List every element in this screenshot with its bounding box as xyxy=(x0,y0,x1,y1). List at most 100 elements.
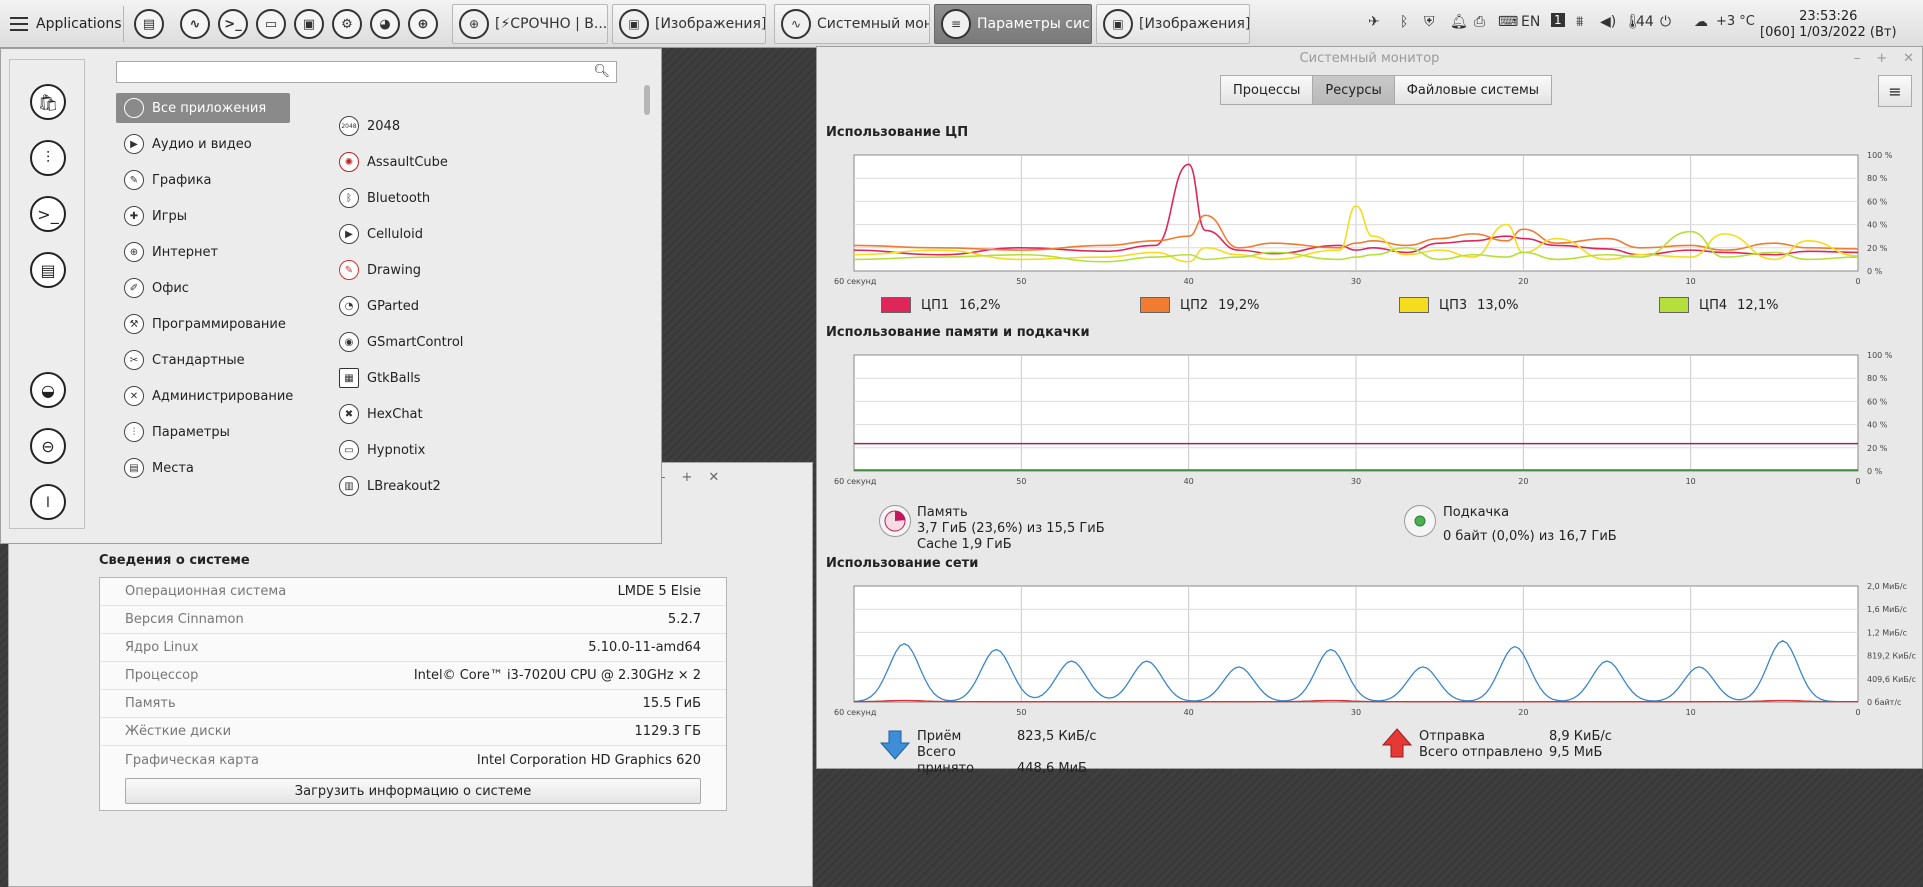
task-system-monitor[interactable]: ∿ Системный мон... xyxy=(774,4,930,44)
maximize-button[interactable]: + xyxy=(682,470,693,485)
network-section-title: Использование сети xyxy=(826,556,979,571)
legend-swatch[interactable] xyxy=(881,297,911,313)
task-system-settings[interactable]: ≡ Параметры сис... xyxy=(934,4,1092,44)
app-label: GParted xyxy=(367,298,419,314)
app-gsmartcontrol[interactable]: ◉ GSmartControl xyxy=(331,327,591,357)
task-images-1[interactable]: ▣ [Изображения] xyxy=(612,4,766,44)
document-icon: ✐ xyxy=(124,278,144,298)
network-chart: 60 секунд 50 40 30 20 10 0 2,0 МиБ/с 1,6 МиБ/с 1,… xyxy=(834,582,1916,717)
applications-menu-button[interactable]: Applications xyxy=(4,6,124,42)
launcher-display[interactable]: ▭ xyxy=(256,9,286,39)
clock[interactable]: 23:53:26 [060] 1/03/2022 (Вт) xyxy=(1760,9,1897,41)
fav-software-manager[interactable]: 🛍︎ xyxy=(30,84,66,120)
category-administration[interactable]: ✕ Администрирование xyxy=(116,381,293,411)
category-audio-video[interactable]: ▶ Аудио и видео xyxy=(116,129,290,159)
category-places[interactable]: ▤ Места xyxy=(116,453,290,483)
tab-resources[interactable]: Ресурсы xyxy=(1312,75,1395,105)
launcher-settings[interactable]: ⚙ xyxy=(332,9,362,39)
send-row: Отправка 8,9 КиБ/с xyxy=(1419,729,1612,745)
workspace-indicator[interactable]: 1 xyxy=(1551,13,1565,27)
category-preferences[interactable]: ⫶ Параметры xyxy=(116,417,290,447)
system-info-list: Операционная система LMDE 5 Elsie Версия… xyxy=(99,577,727,811)
main-menu-button[interactable]: ≡ xyxy=(1878,75,1912,107)
search-input[interactable]: 🔍︎ xyxy=(116,61,617,83)
info-key: Графическая карта xyxy=(125,752,259,768)
scrollbar[interactable] xyxy=(644,85,650,115)
app-celluloid[interactable]: ▶ Celluloid xyxy=(331,219,591,249)
network-icon[interactable]: ⩩ xyxy=(1576,14,1583,30)
x-tick-label: 40 xyxy=(1184,477,1194,486)
legend-swatch[interactable] xyxy=(1140,297,1170,313)
app-lbreakout2[interactable]: ▥ LBreakout2 xyxy=(331,471,591,501)
app-hypnotix[interactable]: ▭ Hypnotix xyxy=(331,435,591,465)
category-games[interactable]: ✚ Игры xyxy=(116,201,290,231)
category-label: Места xyxy=(152,460,194,476)
launcher-system-monitor[interactable]: ∿ xyxy=(180,9,210,39)
fav-terminal[interactable]: >_ xyxy=(30,196,66,232)
clock-time: 23:53:26 xyxy=(1799,9,1858,24)
shutdown-button[interactable]: ⏽ xyxy=(30,484,66,520)
window-controls: – + ✕ xyxy=(659,463,719,491)
category-label: Игры xyxy=(152,208,188,224)
tab-processes[interactable]: Процессы xyxy=(1220,75,1314,105)
app-2048[interactable]: 2048 2048 xyxy=(331,111,591,141)
y-tick-label: 0 % xyxy=(1867,267,1883,276)
launcher-file-manager[interactable]: ▤ xyxy=(134,9,164,39)
launcher-archive[interactable]: ▣ xyxy=(294,9,324,39)
upload-system-info-button[interactable]: Загрузить информацию о системе xyxy=(125,778,701,804)
launcher-browser[interactable]: ⊕ xyxy=(408,9,438,39)
category-label: Программирование xyxy=(152,316,286,332)
power-icon[interactable]: ⏻ xyxy=(1660,14,1671,30)
info-row-graphics: Графическая карта Intel Corporation HD G… xyxy=(100,746,726,774)
swap-pie-icon[interactable] xyxy=(1404,505,1436,537)
launcher-gimp[interactable]: ◕ xyxy=(370,9,400,39)
close-button[interactable]: ✕ xyxy=(1903,47,1914,71)
category-graphics[interactable]: ✎ Графика xyxy=(116,165,290,195)
bell-icon[interactable]: 🔔︎ xyxy=(1450,14,1468,30)
keyboard-icon[interactable]: ⌨ xyxy=(1498,14,1518,30)
minimize-button[interactable]: – xyxy=(1854,47,1861,71)
keyboard-layout[interactable]: EN xyxy=(1521,14,1540,30)
maximize-button[interactable]: + xyxy=(1876,47,1887,71)
app-hexchat[interactable]: ✖ HexChat xyxy=(331,399,591,429)
telegram-icon[interactable]: ✈ xyxy=(1368,14,1380,30)
cloud-icon[interactable]: ☁ xyxy=(1694,14,1708,30)
fav-settings[interactable]: ⫶ xyxy=(30,140,66,176)
task-urgent[interactable]: ⊕ [⚡СРОЧНО | В... xyxy=(452,4,608,44)
fav-files[interactable]: ▤ xyxy=(30,252,66,288)
app-assaultcube[interactable]: ✺ AssaultCube xyxy=(331,147,591,177)
category-label: Графика xyxy=(152,172,212,188)
bluetooth-icon[interactable]: ᛒ xyxy=(1400,14,1408,30)
y-tick-label: 60 % xyxy=(1867,197,1888,206)
tab-filesystems[interactable]: Файловые системы xyxy=(1393,75,1553,105)
category-accessories[interactable]: ✂ Стандартные xyxy=(116,345,290,375)
app-drawing[interactable]: ✎ Drawing xyxy=(331,255,591,285)
app-gparted[interactable]: ◔ GParted xyxy=(331,291,591,321)
app-gtkballs[interactable]: ▦ GtkBalls xyxy=(331,363,591,393)
printer-icon[interactable]: ⎙ xyxy=(1474,14,1485,30)
category-internet[interactable]: ⊕ Интернет xyxy=(116,237,290,267)
task-images-2[interactable]: ▣ [Изображения] xyxy=(1096,4,1250,44)
weather-temperature[interactable]: +3 °C xyxy=(1716,14,1755,29)
app-bluetooth[interactable]: ᛒ Bluetooth xyxy=(331,183,591,213)
x-tick-label: 0 xyxy=(1855,708,1860,717)
category-office[interactable]: ✐ Офис xyxy=(116,273,290,303)
shield-icon[interactable]: ⛨ xyxy=(1424,14,1435,30)
lbreakout-icon: ▥ xyxy=(339,476,359,496)
close-button[interactable]: ✕ xyxy=(708,470,719,485)
logout-button[interactable]: ⊖ xyxy=(30,428,66,464)
launcher-terminal[interactable]: >_ xyxy=(218,9,248,39)
volume-icon[interactable]: ◀) xyxy=(1600,14,1616,30)
receive-label: Приём xyxy=(917,729,962,744)
legend-swatch[interactable] xyxy=(1659,297,1689,313)
category-programming[interactable]: ⚒ Программирование xyxy=(116,309,290,339)
memory-pie-icon[interactable] xyxy=(879,505,911,537)
lock-screen-button[interactable]: ◒ xyxy=(30,372,66,408)
legend-swatch[interactable] xyxy=(1399,297,1429,313)
x-tick-label: 40 xyxy=(1184,277,1194,286)
legend-value: 19,2% xyxy=(1218,297,1260,313)
send-rate: 8,9 КиБ/с xyxy=(1549,729,1612,744)
category-all[interactable]: Все приложения xyxy=(116,93,290,123)
app-label: Bluetooth xyxy=(367,190,431,206)
play-icon: ▶ xyxy=(339,224,359,244)
